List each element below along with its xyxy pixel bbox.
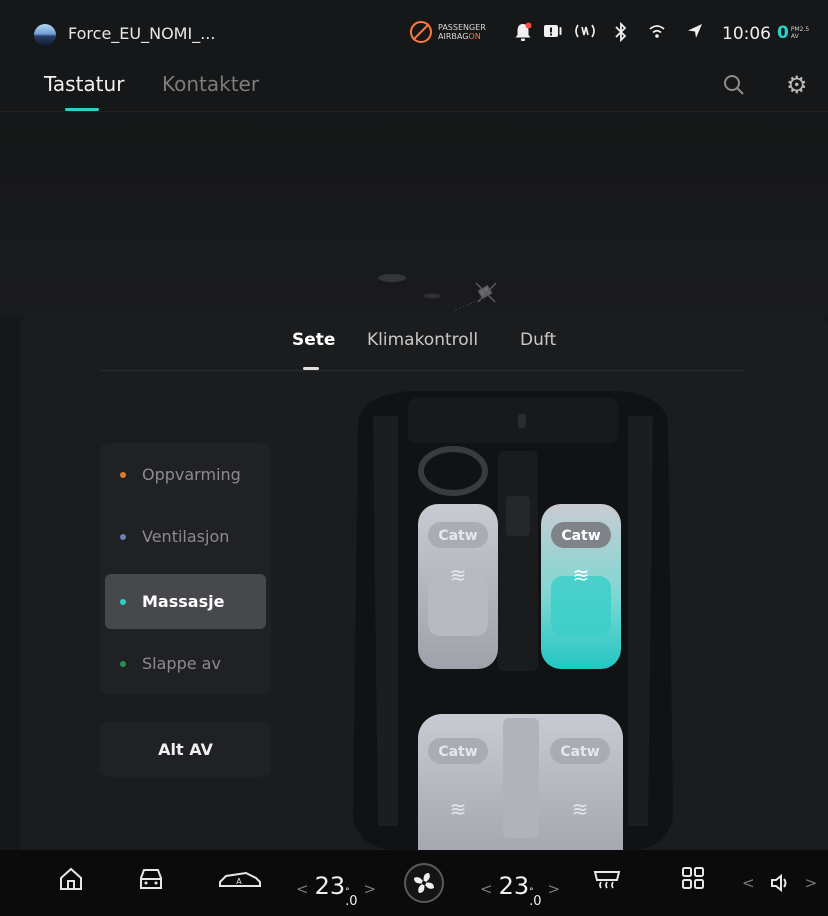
- apps-grid-icon[interactable]: [681, 866, 705, 890]
- hero-illustration: [0, 112, 828, 317]
- seat-label: Catw: [561, 528, 600, 544]
- temp-decimal: .0: [529, 894, 542, 909]
- mode-dot: [120, 660, 126, 667]
- mode-ventilation[interactable]: Ventilasjon: [105, 509, 266, 564]
- temp-decimal: .0: [345, 894, 358, 909]
- tab-climate-control[interactable]: Klimakontroll: [367, 330, 478, 350]
- gear-selector: [506, 496, 530, 536]
- clock: 10:06: [722, 24, 771, 44]
- center-console: [498, 451, 538, 671]
- volume-up-button[interactable]: >: [805, 874, 818, 892]
- pm25-label: PM2.5: [790, 26, 810, 33]
- svg-text:A: A: [236, 877, 242, 886]
- airbag-off-icon: [410, 21, 432, 43]
- mode-label: Slappe av: [142, 654, 221, 673]
- airbag-label-line1: PASSENGER: [438, 23, 486, 32]
- seat-front-left[interactable]: Catw ≋: [418, 504, 498, 669]
- mode-dot: [120, 598, 126, 605]
- mode-dot: [120, 533, 126, 540]
- active-tab-indicator: [65, 108, 99, 111]
- tab-fragrance[interactable]: Duft: [520, 330, 556, 350]
- location-arrow-icon: [688, 24, 702, 38]
- massage-wave-icon: ≋: [450, 563, 467, 587]
- tab-contacts[interactable]: Kontakter: [162, 72, 259, 96]
- volume-control[interactable]: < >: [742, 872, 817, 894]
- airbag-state: ON: [468, 32, 481, 41]
- rear-defrost-icon[interactable]: [592, 866, 622, 892]
- mode-label: Ventilasjon: [142, 527, 230, 546]
- car-seat-diagram: Catw ≋ Catw ≋ Catw ≋ Catw ≋: [353, 391, 673, 850]
- space-scene-illustration: [378, 274, 497, 311]
- status-bar: Force_EU_NOMI_... PASSENGER AIRBAGON 10:…: [0, 0, 828, 62]
- temp-value: 23: [314, 872, 346, 900]
- mode-relax[interactable]: Slappe av: [105, 636, 266, 691]
- temp-decrease-button[interactable]: <: [296, 880, 309, 898]
- mode-label: Massasje: [142, 592, 225, 611]
- fan-button[interactable]: [404, 863, 444, 903]
- massage-wave-icon: ≋: [573, 563, 590, 587]
- passenger-airbag-indicator: PASSENGER AIRBAGON: [410, 21, 486, 43]
- car-front-icon[interactable]: [137, 866, 165, 892]
- home-icon[interactable]: [58, 866, 84, 892]
- seat-label: Catw: [560, 744, 599, 760]
- seat-front-right[interactable]: Catw ≋: [541, 504, 621, 669]
- app-screen: Force_EU_NOMI_... PASSENGER AIRBAGON 10:…: [0, 0, 828, 916]
- pm25-status: AV: [790, 33, 799, 40]
- airbag-label-line2: AIRBAG: [438, 32, 469, 41]
- dashboard: [408, 398, 618, 443]
- rear-bench: [418, 714, 623, 850]
- search-icon[interactable]: [723, 74, 745, 96]
- bluetooth-icon[interactable]: [614, 22, 628, 42]
- top-navigation: Tastatur Kontakter ⚙: [0, 62, 828, 112]
- divider: [100, 370, 745, 371]
- temp-increase-button[interactable]: >: [364, 880, 377, 898]
- tab-seat[interactable]: Sete: [292, 330, 335, 350]
- bottom-dock: A < 23 ° .0 > < 23 ° .0 > < >: [0, 850, 828, 916]
- mode-heating[interactable]: Oppvarming: [105, 447, 266, 502]
- temp-increase-button[interactable]: >: [548, 880, 561, 898]
- seat-label: Catw: [438, 528, 477, 544]
- media-icon[interactable]: [543, 22, 563, 40]
- seat-control-panel: Sete Klimakontroll Duft Oppvarming Venti…: [20, 313, 828, 850]
- speaker-icon: [770, 873, 787, 893]
- wifi-icon[interactable]: [648, 22, 666, 40]
- bell-alert-icon[interactable]: [514, 22, 532, 42]
- mirror-icon: [518, 414, 526, 428]
- driver-temperature[interactable]: < 23 ° .0 >: [290, 872, 382, 909]
- settings-gear-icon[interactable]: ⚙: [786, 71, 808, 99]
- mode-label: Oppvarming: [142, 465, 241, 484]
- air-quality-indicator[interactable]: 0 PM2.5 AV: [777, 23, 809, 43]
- tab-keyboard[interactable]: Tastatur: [44, 72, 124, 96]
- passenger-temperature[interactable]: < 23 ° .0 >: [474, 872, 566, 909]
- temp-value: 23: [498, 872, 530, 900]
- pm25-value: 0: [777, 23, 789, 43]
- nfc-icon: [575, 24, 595, 38]
- profile-name[interactable]: Force_EU_NOMI_...: [68, 24, 215, 43]
- car-side-icon[interactable]: A: [218, 866, 262, 892]
- seat-label: Catw: [438, 744, 477, 760]
- profile-avatar-icon[interactable]: [34, 24, 56, 46]
- all-off-button[interactable]: Alt AV: [100, 721, 271, 777]
- fan-icon: [414, 873, 434, 893]
- massage-wave-icon: ≋: [572, 797, 589, 821]
- mode-dot: [120, 471, 126, 478]
- mode-massage[interactable]: Massasje: [105, 574, 266, 629]
- massage-wave-icon: ≋: [450, 797, 467, 821]
- seat-mode-list: Oppvarming Ventilasjon Massasje Slappe a…: [100, 443, 271, 695]
- volume-down-button[interactable]: <: [742, 874, 755, 892]
- temp-decrease-button[interactable]: <: [480, 880, 493, 898]
